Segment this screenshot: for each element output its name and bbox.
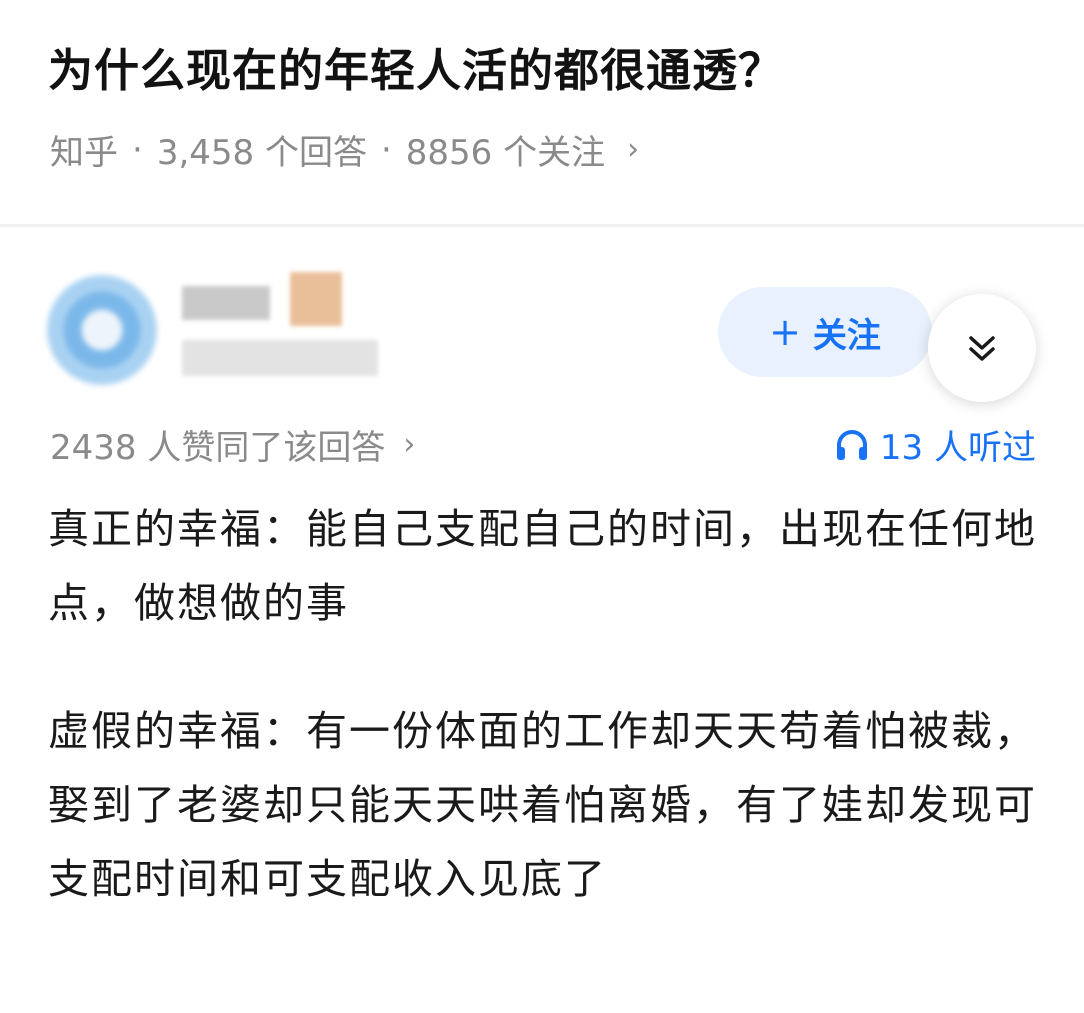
listen-button[interactable]: 13 人听过: [834, 420, 1036, 469]
author-badge-blurred: [290, 272, 342, 326]
follow-label: 关注: [812, 315, 881, 356]
meta-separator: ·: [132, 129, 143, 170]
chevron-right-icon: ›: [627, 132, 640, 167]
avatar[interactable]: [38, 266, 166, 394]
followers-count: 8856 个关注: [405, 133, 606, 173]
double-chevron-down-icon: [969, 336, 995, 361]
collapse-button[interactable]: [928, 294, 1036, 402]
section-divider: [0, 224, 1084, 227]
meta-separator: ·: [380, 129, 392, 170]
listen-text: 13 人听过: [879, 428, 1036, 468]
chevron-right-icon: ›: [403, 427, 416, 462]
answers-count: 3,458 个回答: [156, 133, 367, 173]
answer-paragraph: 虚假的幸福：有一份体面的工作却天天苟着怕被裁，娶到了老婆却只能天天哄着怕离婚，有…: [48, 707, 1037, 903]
source-label: 知乎: [50, 133, 118, 173]
plus-icon: +: [769, 310, 801, 354]
author-name-blurred: [182, 286, 270, 320]
votes-link[interactable]: 2438 人赞同了该回答 ›: [50, 420, 415, 469]
question-title[interactable]: 为什么现在的年轻人活的都很通透？: [48, 34, 784, 99]
answer-paragraph: 真正的幸福：能自己支配自己的时间，出现在任何地点，做想做的事: [48, 505, 1037, 627]
question-meta[interactable]: 知乎 · 3,458 个回答 · 8856 个关注 ›: [50, 125, 639, 174]
headphones-icon: [836, 429, 867, 460]
votes-text: 2438 人赞同了该回答: [50, 428, 386, 468]
author-bio-blurred: [182, 340, 378, 376]
follow-button[interactable]: + 关注: [718, 287, 932, 377]
